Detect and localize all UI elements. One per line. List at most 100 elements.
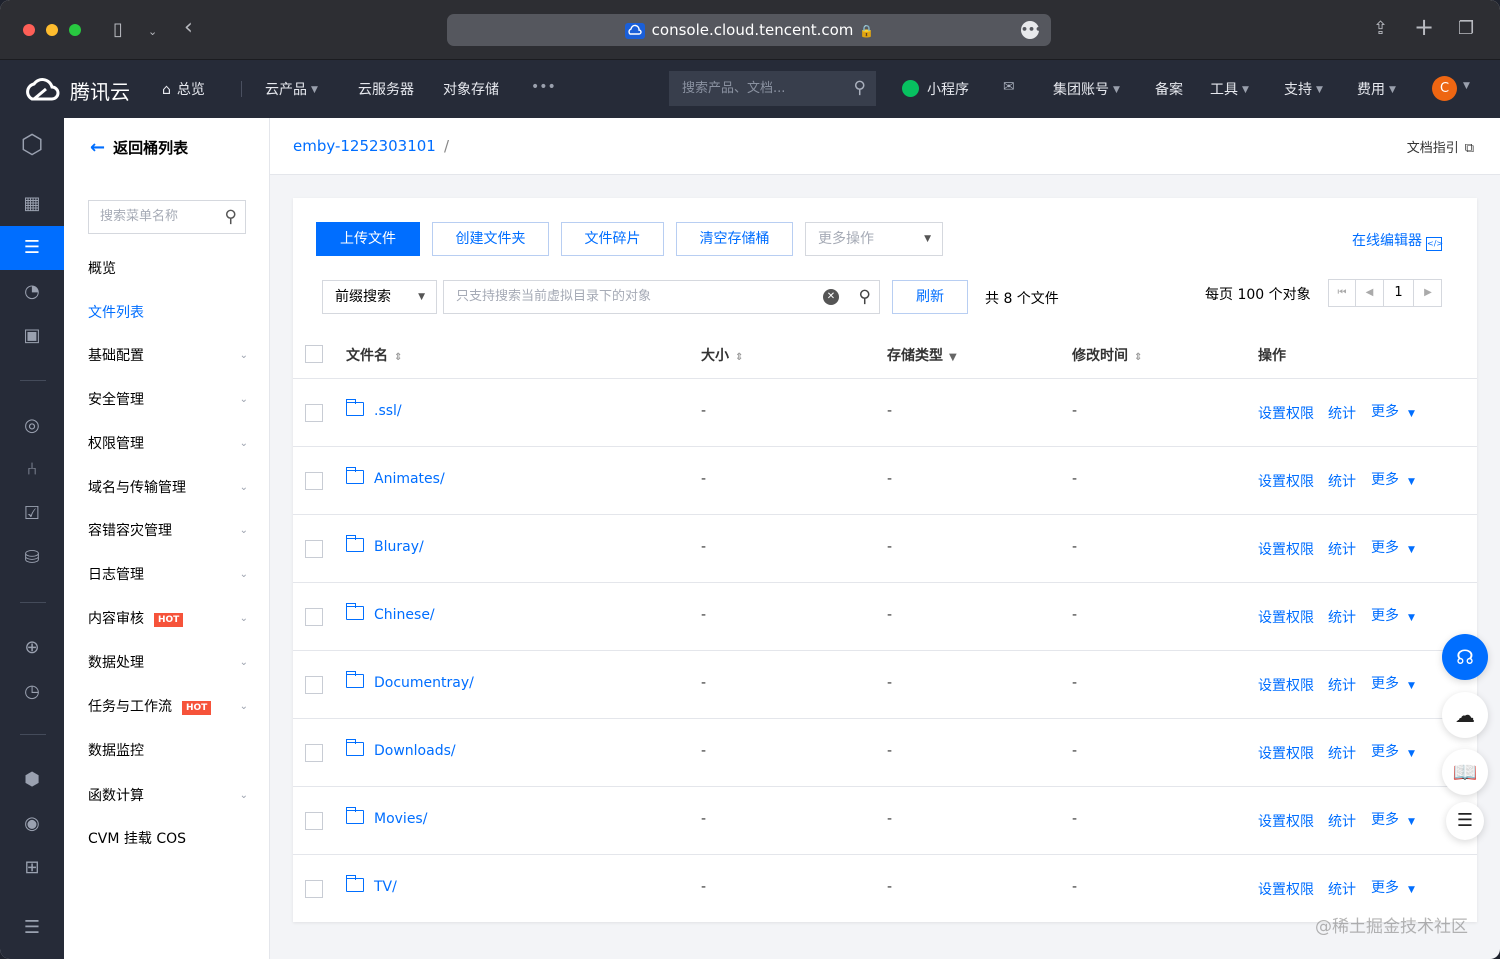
prev-page-icon[interactable]: ◀	[1356, 280, 1384, 306]
set-permission-link[interactable]: 设置权限	[1258, 811, 1314, 831]
row-checkbox[interactable]	[305, 812, 323, 830]
create-folder-button[interactable]: 创建文件夹	[432, 222, 549, 256]
menu-item[interactable]: 数据处理 ⌄	[88, 653, 248, 673]
stats-link[interactable]: 统计	[1328, 675, 1356, 695]
nav-cos[interactable]: 对象存储	[443, 79, 499, 99]
zoom-window-button[interactable]	[69, 24, 81, 36]
menu-item[interactable]: 数据监控	[88, 741, 248, 761]
table-row[interactable]: Downloads/ - - - 设置权限 统计 更多 ▼	[293, 718, 1477, 786]
col-storage-header[interactable]: 存储类型 ▼	[887, 345, 957, 365]
fragments-button[interactable]: 文件碎片	[561, 222, 664, 256]
file-name-link[interactable]: .ssl/	[374, 403, 402, 419]
page-number-input[interactable]: 1	[1384, 280, 1414, 306]
row-checkbox[interactable]	[305, 880, 323, 898]
table-row[interactable]: Chinese/ - - - 设置权限 统计 更多 ▼	[293, 582, 1477, 650]
table-row[interactable]: Animates/ - - - 设置权限 统计 更多 ▼	[293, 446, 1477, 514]
tab-overview-icon[interactable]: ❐	[1458, 20, 1474, 38]
task-icon[interactable]: ☑	[20, 502, 44, 526]
col-name-header[interactable]: 文件名 ⇕	[346, 345, 402, 365]
ellipsis-icon[interactable]: •••	[1021, 21, 1042, 39]
search-icon[interactable]: ⚲	[225, 201, 237, 233]
file-name-link[interactable]: Documentray/	[374, 675, 474, 691]
more-ops-link[interactable]: 更多 ▼	[1371, 537, 1415, 557]
nav-tools[interactable]: 工具 ▼	[1210, 79, 1249, 99]
more-ops-link[interactable]: 更多 ▼	[1371, 673, 1415, 693]
security-icon[interactable]: ⬢	[20, 768, 44, 792]
search-icon[interactable]: ⚲	[854, 71, 866, 106]
more-ops-link[interactable]: 更多 ▼	[1371, 877, 1415, 897]
doc-guide-link[interactable]: 文档指引 ⧉	[1407, 137, 1474, 156]
chevron-down-icon[interactable]: ⌄	[148, 23, 157, 41]
tencent-cloud-logo-icon[interactable]	[22, 77, 62, 103]
cloud-assistant-icon[interactable]: ☁	[1442, 692, 1488, 738]
workflow-icon[interactable]: ⑃	[20, 458, 44, 482]
address-bar[interactable]: console.cloud.tencent.com 🔒 •••	[447, 14, 1051, 46]
minimize-window-button[interactable]	[46, 24, 58, 36]
stats-link[interactable]: 统计	[1328, 879, 1356, 899]
docs-book-icon[interactable]: 📖	[1442, 749, 1488, 795]
more-ops-link[interactable]: 更多 ▼	[1371, 809, 1415, 829]
chevron-down-icon[interactable]: ▼	[1463, 81, 1470, 91]
row-checkbox[interactable]	[305, 472, 323, 490]
row-checkbox[interactable]	[305, 744, 323, 762]
table-row[interactable]: TV/ - - - 设置权限 统计 更多 ▼	[293, 854, 1477, 922]
filter-icon[interactable]: ▼	[949, 352, 957, 363]
set-permission-link[interactable]: 设置权限	[1258, 879, 1314, 899]
mail-icon[interactable]: ✉	[1003, 79, 1015, 95]
file-name-link[interactable]: Animates/	[374, 471, 445, 487]
global-search-input[interactable]: 搜索产品、文档... ⚲	[669, 71, 876, 106]
set-permission-link[interactable]: 设置权限	[1258, 403, 1314, 423]
col-size-header[interactable]: 大小 ⇕	[701, 345, 743, 365]
nav-cvm[interactable]: 云服务器	[358, 79, 414, 99]
set-permission-link[interactable]: 设置权限	[1258, 471, 1314, 491]
row-checkbox[interactable]	[305, 404, 323, 422]
stats-link[interactable]: 统计	[1328, 471, 1356, 491]
file-name-link[interactable]: Movies/	[374, 811, 427, 827]
upload-button[interactable]: 上传文件	[316, 222, 420, 256]
next-page-icon[interactable]: ▶	[1414, 280, 1442, 306]
table-row[interactable]: Movies/ - - - 设置权限 统计 更多 ▼	[293, 786, 1477, 854]
table-row[interactable]: .ssl/ - - - 设置权限 统计 更多 ▼	[293, 378, 1477, 446]
menu-item[interactable]: 安全管理 ⌄	[88, 390, 248, 410]
set-permission-link[interactable]: 设置权限	[1258, 675, 1314, 695]
clear-icon[interactable]: ✕	[823, 289, 839, 305]
sort-icon[interactable]: ⇕	[735, 352, 743, 363]
set-permission-link[interactable]: 设置权限	[1258, 607, 1314, 627]
more-ops-link[interactable]: 更多 ▼	[1371, 469, 1415, 489]
menu-item[interactable]: 容错容灾管理 ⌄	[88, 521, 248, 541]
row-checkbox[interactable]	[305, 676, 323, 694]
menu-search-input[interactable]: 搜索菜单名称 ⚲	[88, 200, 246, 234]
collapse-menu-icon[interactable]: ☰	[20, 916, 44, 940]
first-page-icon[interactable]: ⏮	[1329, 280, 1356, 306]
set-permission-link[interactable]: 设置权限	[1258, 743, 1314, 763]
file-name-link[interactable]: TV/	[374, 879, 397, 895]
stats-link[interactable]: 统计	[1328, 539, 1356, 559]
menu-item[interactable]: CVM 挂载 COS	[88, 829, 248, 849]
bucket-list-icon[interactable]: ☰	[0, 226, 64, 270]
menu-item[interactable]: 内容审核 HOT ⌄	[88, 609, 248, 629]
inspect-icon[interactable]: ⊕	[20, 636, 44, 660]
stats-link[interactable]: 统计	[1328, 811, 1356, 831]
search-icon[interactable]: ⚲	[859, 281, 871, 313]
sort-icon[interactable]: ⇕	[394, 352, 402, 363]
menu-item[interactable]: 任务与工作流 HOT ⌄	[88, 697, 248, 717]
speed-icon[interactable]: ◷	[20, 680, 44, 704]
menu-item[interactable]: 日志管理 ⌄	[88, 565, 248, 585]
more-ops-link[interactable]: 更多 ▼	[1371, 741, 1415, 761]
stats-link[interactable]: 统计	[1328, 403, 1356, 423]
file-name-link[interactable]: Chinese/	[374, 607, 435, 623]
analytics-icon[interactable]: ◔	[20, 280, 44, 304]
menu-item[interactable]: 概览	[88, 259, 248, 279]
set-permission-link[interactable]: 设置权限	[1258, 539, 1314, 559]
nav-beian[interactable]: 备案	[1155, 79, 1183, 99]
back-to-bucket-list[interactable]: ← 返回桶列表	[90, 137, 188, 158]
nav-miniprogram[interactable]: 小程序	[902, 79, 969, 99]
customer-service-icon[interactable]: ☊	[1442, 634, 1488, 680]
close-window-button[interactable]	[23, 24, 35, 36]
menu-item[interactable]: 基础配置 ⌄	[88, 346, 248, 366]
menu-item[interactable]: 文件列表	[88, 303, 248, 323]
table-row[interactable]: Documentray/ - - - 设置权限 统计 更多 ▼	[293, 650, 1477, 718]
list-menu-icon[interactable]: ☰	[1446, 802, 1484, 840]
nav-more-icon[interactable]: •••	[531, 79, 556, 95]
back-icon[interactable]: ‹	[184, 17, 193, 39]
